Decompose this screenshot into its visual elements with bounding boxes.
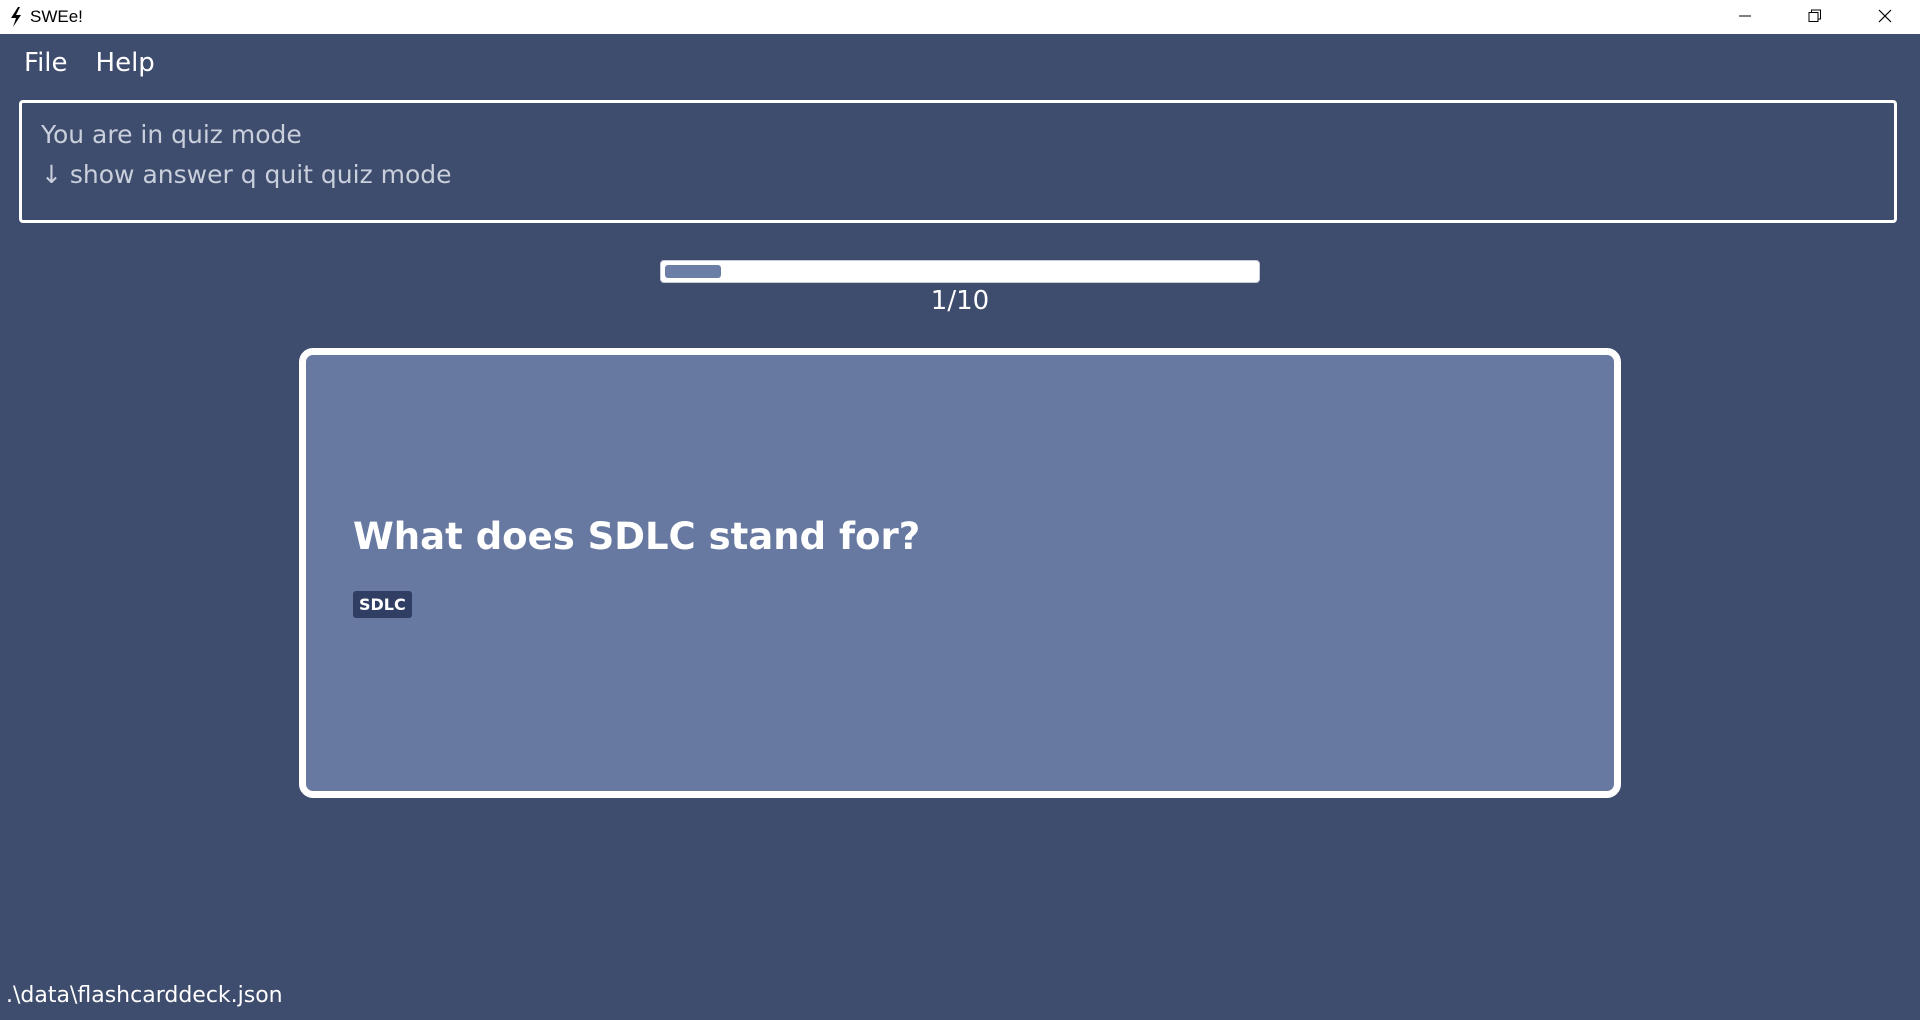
quiz-progress-bar	[660, 260, 1260, 283]
window-controls	[1710, 0, 1920, 34]
flashcard-question: What does SDLC stand for?	[353, 515, 921, 558]
menu-bar: File Help	[0, 34, 1920, 92]
progress-fill	[665, 265, 721, 278]
menu-file[interactable]: File	[12, 48, 80, 78]
lightning-bolt-icon	[6, 7, 26, 27]
restore-icon	[1808, 8, 1822, 27]
window-titlebar: SWEe!	[0, 0, 1920, 34]
close-icon	[1878, 8, 1892, 27]
flashcard[interactable]: What does SDLC stand for? SDLC	[299, 348, 1621, 798]
status-file-path: .\data\flashcarddeck.json	[6, 983, 283, 1008]
close-button[interactable]	[1850, 0, 1920, 34]
key-hints: ↓ show answer q quit quiz mode	[41, 160, 452, 189]
flashcard-tag: SDLC	[353, 591, 412, 618]
result-display: You are in quiz mode ↓ show answer q qui…	[19, 100, 1897, 223]
window-title: SWEe!	[30, 7, 83, 26]
minimize-button[interactable]	[1710, 0, 1780, 34]
menu-help[interactable]: Help	[84, 48, 167, 78]
minimize-icon	[1738, 8, 1752, 27]
restore-button[interactable]	[1780, 0, 1850, 34]
mode-message: You are in quiz mode	[41, 120, 302, 149]
progress-label: 1/10	[930, 286, 990, 316]
